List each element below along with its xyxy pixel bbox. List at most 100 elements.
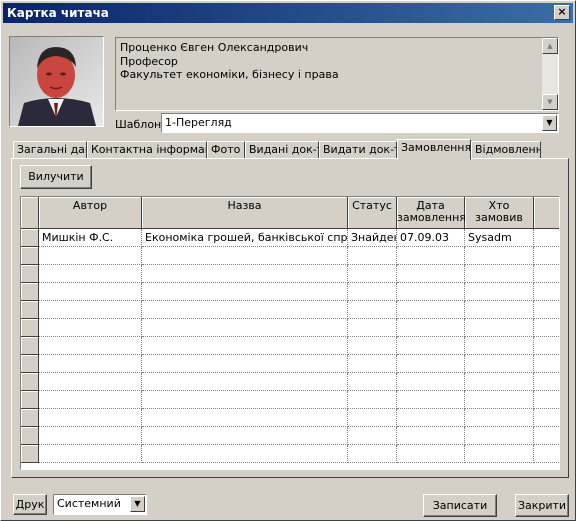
- table-cell-author[interactable]: [39, 247, 142, 265]
- row-indicator[interactable]: [21, 283, 39, 301]
- table-cell[interactable]: [534, 229, 559, 247]
- table-row[interactable]: [21, 301, 559, 319]
- table-row[interactable]: [21, 391, 559, 409]
- table-cell-ordered-by[interactable]: [465, 283, 534, 301]
- table-cell-date[interactable]: [397, 283, 465, 301]
- table-cell-status[interactable]: [348, 247, 397, 265]
- tab-photo[interactable]: Фото: [207, 141, 245, 159]
- close-button[interactable]: Закрити: [515, 494, 569, 517]
- table-cell-title[interactable]: [142, 337, 348, 355]
- scroll-up-icon[interactable]: ▲: [542, 38, 558, 54]
- row-indicator[interactable]: [21, 337, 39, 355]
- table-cell-author[interactable]: [39, 283, 142, 301]
- row-indicator[interactable]: [21, 265, 39, 283]
- table-cell-title[interactable]: [142, 355, 348, 373]
- table-cell-title[interactable]: [142, 319, 348, 337]
- table-cell-title[interactable]: [142, 373, 348, 391]
- table-row[interactable]: [21, 373, 559, 391]
- row-indicator[interactable]: [21, 319, 39, 337]
- chevron-down-icon[interactable]: ▼: [130, 496, 145, 512]
- row-indicator[interactable]: [21, 427, 39, 445]
- table-cell[interactable]: [534, 337, 559, 355]
- table-cell-status[interactable]: [348, 445, 397, 463]
- remove-button[interactable]: Вилучити: [20, 165, 92, 189]
- chevron-down-icon[interactable]: ▼: [542, 115, 557, 131]
- tab-contacts[interactable]: Контактна інформація: [87, 141, 207, 159]
- column-header-title[interactable]: Назва: [142, 197, 348, 229]
- table-cell-status[interactable]: Знайдено: [348, 229, 397, 247]
- table-cell-author[interactable]: [39, 427, 142, 445]
- row-indicator[interactable]: [21, 445, 39, 463]
- table-row[interactable]: [21, 409, 559, 427]
- row-indicator[interactable]: [21, 409, 39, 427]
- table-row[interactable]: [21, 427, 559, 445]
- table-row[interactable]: [21, 337, 559, 355]
- table-cell-status[interactable]: [348, 355, 397, 373]
- tab-general[interactable]: Загальні дані: [13, 141, 87, 159]
- table-cell-title[interactable]: [142, 391, 348, 409]
- table-cell-title[interactable]: [142, 445, 348, 463]
- table-cell-title[interactable]: [142, 427, 348, 445]
- table-row[interactable]: [21, 445, 559, 463]
- table-cell[interactable]: [534, 265, 559, 283]
- table-cell-date[interactable]: [397, 445, 465, 463]
- table-cell-author[interactable]: [39, 301, 142, 319]
- table-cell-date[interactable]: [397, 265, 465, 283]
- table-cell-ordered-by[interactable]: [465, 445, 534, 463]
- row-indicator[interactable]: [21, 373, 39, 391]
- table-cell[interactable]: [534, 283, 559, 301]
- table-cell-date[interactable]: [397, 301, 465, 319]
- table-cell[interactable]: [534, 427, 559, 445]
- print-button[interactable]: Друк: [13, 494, 47, 515]
- table-cell[interactable]: [534, 373, 559, 391]
- table-cell-author[interactable]: [39, 391, 142, 409]
- table-cell-status[interactable]: [348, 319, 397, 337]
- table-cell-date[interactable]: [397, 373, 465, 391]
- table-cell-author[interactable]: [39, 373, 142, 391]
- table-cell-author[interactable]: Мишкін Ф.С.: [39, 229, 142, 247]
- table-cell-ordered-by[interactable]: [465, 427, 534, 445]
- row-indicator[interactable]: [21, 355, 39, 373]
- table-cell-date[interactable]: [397, 319, 465, 337]
- table-cell-ordered-by[interactable]: [465, 409, 534, 427]
- table-cell-ordered-by[interactable]: [465, 373, 534, 391]
- save-button[interactable]: Записати: [423, 494, 497, 517]
- table-cell-author[interactable]: [39, 265, 142, 283]
- table-cell-ordered-by[interactable]: [465, 301, 534, 319]
- table-cell[interactable]: [534, 391, 559, 409]
- tab-refusals[interactable]: Відмовлення: [471, 141, 541, 159]
- table-cell-status[interactable]: [348, 265, 397, 283]
- table-row[interactable]: [21, 355, 559, 373]
- table-cell-date[interactable]: [397, 247, 465, 265]
- table-cell[interactable]: [534, 409, 559, 427]
- table-row[interactable]: Мишкін Ф.С. Економіка грошей, банківської…: [21, 229, 559, 247]
- tab-issued-docs[interactable]: Видані док-ти: [245, 141, 319, 159]
- table-cell-author[interactable]: [39, 445, 142, 463]
- table-cell-ordered-by[interactable]: [465, 265, 534, 283]
- table-cell-date[interactable]: 07.09.03: [397, 229, 465, 247]
- table-cell-ordered-by[interactable]: [465, 355, 534, 373]
- table-cell-status[interactable]: [348, 337, 397, 355]
- print-mode-select[interactable]: Системний ▼: [53, 494, 147, 515]
- tab-orders[interactable]: Замовлення: [397, 139, 471, 160]
- table-cell[interactable]: [534, 445, 559, 463]
- row-indicator[interactable]: [21, 391, 39, 409]
- table-cell[interactable]: [534, 247, 559, 265]
- table-row[interactable]: [21, 283, 559, 301]
- table-cell-status[interactable]: [348, 301, 397, 319]
- table-cell-author[interactable]: [39, 409, 142, 427]
- column-header-author[interactable]: Автор: [39, 197, 142, 229]
- table-row[interactable]: [21, 319, 559, 337]
- column-header-status[interactable]: Статус: [348, 197, 397, 229]
- scroll-down-icon[interactable]: ▼: [542, 94, 558, 110]
- table-cell-status[interactable]: [348, 427, 397, 445]
- row-indicator[interactable]: [21, 229, 39, 247]
- table-cell[interactable]: [534, 319, 559, 337]
- table-cell-ordered-by[interactable]: [465, 391, 534, 409]
- table-cell-ordered-by[interactable]: [465, 337, 534, 355]
- column-header-ordered-by[interactable]: Хто замовив: [465, 197, 534, 229]
- table-cell-title[interactable]: [142, 265, 348, 283]
- table-cell-date[interactable]: [397, 409, 465, 427]
- row-indicator[interactable]: [21, 301, 39, 319]
- table-cell-title[interactable]: [142, 301, 348, 319]
